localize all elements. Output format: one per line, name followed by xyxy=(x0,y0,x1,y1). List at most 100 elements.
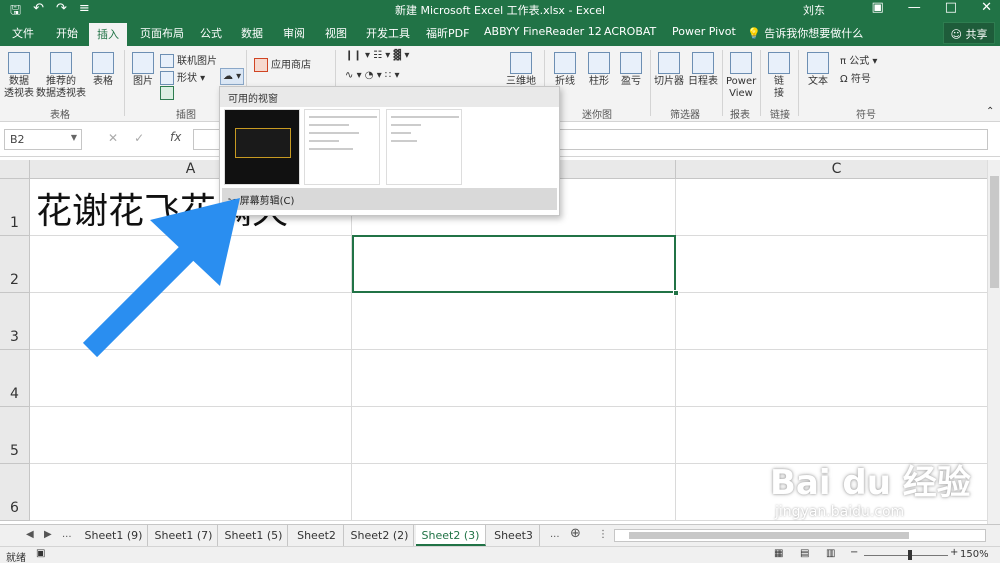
sparkline-winloss-button[interactable]: 盈亏 xyxy=(616,52,646,88)
tell-me-search[interactable]: 💡 告诉我你想要做什么 xyxy=(747,25,863,41)
sheet-tab[interactable]: Sheet1 (7) xyxy=(150,525,218,546)
smartart-icon xyxy=(160,86,174,100)
shapes-button[interactable]: 形状 ▾ xyxy=(160,69,205,85)
window-thumbnail-2[interactable] xyxy=(304,109,380,185)
power-view-button[interactable]: Power View xyxy=(726,52,756,100)
cell-b6[interactable] xyxy=(352,464,676,521)
screen-clipping-item[interactable]: ✂ 屏幕剪辑(C) xyxy=(222,188,557,210)
normal-view-icon[interactable]: ▦ xyxy=(774,548,783,559)
minimize-icon[interactable]: — xyxy=(908,0,921,15)
cell-c4[interactable] xyxy=(676,350,987,407)
sheet-tab[interactable]: Sheet1 (5) xyxy=(220,525,288,546)
window-thumbnail-3[interactable] xyxy=(386,109,462,185)
row-header-5[interactable]: 5 xyxy=(0,407,30,464)
zoom-level[interactable]: 150% xyxy=(960,549,989,560)
sheet-tab-active[interactable]: Sheet2 (3) xyxy=(416,525,486,546)
chevron-down-icon[interactable]: ▼ xyxy=(71,133,77,142)
cell-a4[interactable] xyxy=(30,350,352,407)
tab-developer[interactable]: 开发工具 xyxy=(366,25,410,41)
slicer-button[interactable]: 切片器 xyxy=(652,52,686,88)
share-button[interactable]: ☺ 共享 xyxy=(943,22,995,44)
page-break-view-icon[interactable]: ▥ xyxy=(826,548,835,559)
table-button[interactable]: 表格 xyxy=(90,52,116,88)
cell-b4[interactable] xyxy=(352,350,676,407)
tab-page-layout[interactable]: 页面布局 xyxy=(140,25,184,41)
close-icon[interactable]: ✕ xyxy=(981,0,992,15)
split-handle-icon[interactable]: ⋮ xyxy=(598,529,608,540)
tab-acrobat[interactable]: ACROBAT xyxy=(604,25,656,38)
name-box[interactable]: B2 ▼ xyxy=(4,129,82,150)
sheet-nav-prev-icon[interactable]: ◀ xyxy=(26,529,34,540)
screenshot-button[interactable]: ☁ ▾ xyxy=(220,68,245,85)
sheet-nav-more[interactable]: ... xyxy=(62,529,72,540)
tab-foxit-pdf[interactable]: 福昕PDF xyxy=(426,25,469,41)
online-pictures-button[interactable]: 联机图片 xyxy=(160,52,217,68)
sheet-tab[interactable]: Sheet2 xyxy=(290,525,344,546)
text-button[interactable]: 文本 xyxy=(804,52,832,88)
tab-data[interactable]: 数据 xyxy=(241,25,263,41)
hyperlink-button[interactable]: 链 接 xyxy=(766,52,792,100)
insert-function-button[interactable]: fx xyxy=(170,130,181,144)
sheet-more[interactable]: ... xyxy=(550,529,560,540)
zoom-in-icon[interactable]: + xyxy=(950,547,958,558)
window-thumbnail-1[interactable] xyxy=(224,109,300,185)
tab-review[interactable]: 审阅 xyxy=(283,25,305,41)
bar-chart-button[interactable]: ❙❙ ▾ ☷ ▾ ▓ ▾ xyxy=(345,50,409,61)
timeline-button[interactable]: 日程表 xyxy=(686,52,720,88)
sparkline-column-button[interactable]: 柱形 xyxy=(584,52,614,88)
zoom-slider[interactable] xyxy=(864,555,948,556)
row-header-1[interactable]: 1 xyxy=(0,179,30,236)
pictures-button[interactable]: 图片 xyxy=(130,52,156,88)
3d-map-button[interactable]: 三维地 xyxy=(504,52,538,88)
cell-b3[interactable] xyxy=(352,293,676,350)
sheet-tab[interactable]: Sheet1 (9) xyxy=(80,525,148,546)
row-header-6[interactable]: 6 xyxy=(0,464,30,521)
tab-power-pivot[interactable]: Power Pivot xyxy=(672,25,736,38)
tab-home[interactable]: 开始 xyxy=(56,25,78,41)
sheet-tab[interactable]: Sheet3 xyxy=(488,525,540,546)
vertical-scrollbar[interactable] xyxy=(987,160,1000,524)
row-header-2[interactable]: 2 xyxy=(0,236,30,293)
collapse-ribbon-icon[interactable]: ⌃ xyxy=(986,106,994,117)
maximize-icon[interactable]: □ xyxy=(945,0,957,15)
sparkline-line-button[interactable]: 折线 xyxy=(550,52,580,88)
smartart-button[interactable] xyxy=(160,86,177,100)
cell-a2[interactable] xyxy=(30,236,352,293)
tab-abbyy[interactable]: ABBYY FineReader 12 xyxy=(484,25,602,38)
equation-button[interactable]: π 公式 ▾ xyxy=(840,52,877,67)
cell-a3[interactable] xyxy=(30,293,352,350)
zoom-slider-knob[interactable] xyxy=(908,550,912,560)
cell-a6[interactable] xyxy=(30,464,352,521)
tab-insert[interactable]: 插入 xyxy=(89,23,127,46)
macro-record-icon[interactable]: ▣ xyxy=(36,548,45,559)
column-header-c[interactable]: C xyxy=(676,160,987,179)
cell-c2[interactable] xyxy=(676,236,987,293)
fill-handle[interactable] xyxy=(673,290,679,296)
recommended-pivottables-label: 推荐的 数据透视表 xyxy=(36,76,86,99)
vertical-scroll-thumb[interactable] xyxy=(990,176,999,288)
tab-formulas[interactable]: 公式 xyxy=(200,25,222,41)
tab-file[interactable]: 文件 xyxy=(12,25,34,41)
enter-icon[interactable]: ✓ xyxy=(134,131,144,145)
sheet-nav-next-icon[interactable]: ▶ xyxy=(44,529,52,540)
cell-a5[interactable] xyxy=(30,407,352,464)
row-header-4[interactable]: 4 xyxy=(0,350,30,407)
page-layout-view-icon[interactable]: ▤ xyxy=(800,548,809,559)
symbol-button[interactable]: Ω 符号 xyxy=(840,70,871,85)
line-chart-button[interactable]: ∿ ▾ ◔ ▾ ∷ ▾ xyxy=(345,70,399,81)
pivottable-button[interactable]: 数据 透视表 xyxy=(4,52,34,100)
cell-c3[interactable] xyxy=(676,293,987,350)
tab-view[interactable]: 视图 xyxy=(325,25,347,41)
select-all-corner[interactable] xyxy=(0,160,30,179)
row-header-3[interactable]: 3 xyxy=(0,293,30,350)
user-name[interactable]: 刘东 xyxy=(803,2,825,18)
ribbon-display-icon[interactable]: ▣ xyxy=(872,0,884,15)
store-button[interactable]: 应用商店 xyxy=(254,56,311,72)
cell-b5[interactable] xyxy=(352,407,676,464)
cell-c1[interactable] xyxy=(676,179,987,236)
sheet-tab[interactable]: Sheet2 (2) xyxy=(346,525,414,546)
zoom-out-icon[interactable]: − xyxy=(850,547,858,558)
cancel-icon[interactable]: ✕ xyxy=(108,131,118,145)
add-sheet-icon[interactable]: ⊕ xyxy=(570,526,581,541)
recommended-pivottables-button[interactable]: 推荐的 数据透视表 xyxy=(36,52,86,100)
